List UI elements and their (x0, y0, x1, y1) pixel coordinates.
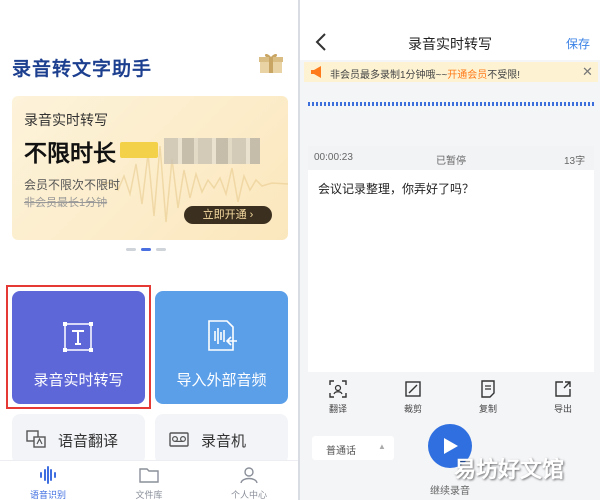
tab-label: 个人中心 (230, 490, 267, 500)
membership-notice-bar: 非会员最多录制1分钟哦~~开通会员不受限! ✕ (304, 62, 598, 82)
user-icon (240, 467, 258, 484)
app-title: 录音转文字助手 (12, 59, 153, 80)
realtime-transcribe-tile[interactable]: 录音实时转写 (12, 291, 145, 404)
notice-text: 非会员最多录制1分钟哦~~开通会员不受限! (330, 66, 520, 81)
translate-icon (26, 430, 46, 448)
open-membership-link[interactable]: 开通会员 (447, 70, 487, 81)
language-value: 普通话 (326, 446, 356, 457)
save-button[interactable]: 保存 (566, 35, 590, 52)
tool-label: 导出 (553, 404, 572, 414)
copy-icon (481, 380, 495, 398)
bottom-tab-bar: 语音识别 文件库 个人中心 (0, 460, 298, 500)
continue-recording-label: 继续录音 (430, 486, 470, 497)
page-title: 录音实时转写 (408, 36, 492, 52)
banner-description: 会员不限次不限时 (24, 178, 121, 192)
audio-file-icon (208, 320, 237, 351)
transcript-card: 00:00:23 已暂停 13字 会议记录整理，你弄好了吗？ (308, 146, 594, 372)
top-header: 录音实时转写 保存 (300, 0, 600, 60)
notice-prefix: 非会员最多录制1分钟哦~~ (330, 70, 448, 81)
close-icon[interactable]: ✕ (582, 64, 593, 80)
carousel-dot[interactable] (156, 248, 166, 251)
translate-tool-icon (329, 380, 347, 398)
waveform-icon (40, 466, 56, 484)
recorder-label: 录音机 (201, 433, 247, 450)
right-phone-screen: 录音实时转写 保存 非会员最多录制1分钟哦~~开通会员不受限! ✕ 00:00:… (300, 0, 600, 500)
carousel-dot[interactable] (126, 248, 136, 251)
gift-icon[interactable] (258, 52, 284, 74)
realtime-transcribe-label: 录音实时转写 (33, 372, 124, 389)
recorder-tile[interactable]: 录音机 (155, 414, 288, 464)
banner-subtitle: 录音实时转写 (24, 112, 108, 128)
export-icon (555, 381, 571, 397)
crop-icon (405, 381, 421, 397)
tab-profile[interactable]: 个人中心 (209, 461, 289, 500)
notice-suffix: 不受限! (487, 70, 521, 81)
translate-tool-button[interactable]: 翻译 (308, 376, 368, 416)
play-icon (444, 438, 458, 454)
carousel-dot-active[interactable] (141, 248, 151, 251)
import-audio-label: 导入外部音频 (176, 372, 267, 389)
transcript-info-bar: 00:00:23 已暂停 13字 (308, 146, 594, 170)
banner-vip-tag (120, 142, 158, 158)
left-phone-screen: 录音转文字助手 录音实时转写 不限时长 会员不限次不限时 非会员最长1分钟 立即… (0, 0, 298, 500)
tab-label: 文件库 (135, 490, 163, 500)
import-audio-tile[interactable]: 导入外部音频 (155, 291, 288, 404)
transcript-text[interactable]: 会议记录整理，你弄好了吗？ (318, 180, 474, 197)
banner-old-limit: 非会员最长1分钟 (24, 197, 108, 209)
tab-label: 语音识别 (29, 490, 66, 500)
export-tool-button[interactable]: 导出 (533, 376, 593, 416)
recording-status: 已暂停 (436, 156, 466, 167)
membership-banner[interactable]: 录音实时转写 不限时长 会员不限次不限时 非会员最长1分钟 立即开通 › (12, 96, 288, 240)
voice-translate-tile[interactable]: 语音翻译 (12, 414, 145, 464)
tool-label: 翻译 (328, 404, 347, 414)
tool-label: 裁剪 (403, 404, 422, 414)
banner-blurred-text (164, 138, 260, 164)
continue-recording-button[interactable] (428, 424, 472, 468)
open-membership-button[interactable]: 立即开通 › (184, 206, 272, 224)
voice-translate-label: 语音翻译 (58, 433, 119, 450)
recorder-icon (169, 432, 189, 447)
banner-headline: 不限时长 (24, 140, 116, 166)
language-select[interactable]: 普通话 ▲ (312, 436, 394, 460)
tool-bar: 翻译 裁剪 复制 导出 (300, 376, 600, 416)
text-t-icon (63, 322, 93, 352)
copy-tool-button[interactable]: 复制 (458, 376, 518, 416)
tab-file-library[interactable]: 文件库 (109, 461, 189, 500)
carousel-dots (126, 248, 166, 251)
recording-waveform (308, 102, 594, 106)
tool-label: 复制 (478, 404, 497, 414)
megaphone-icon (311, 66, 321, 78)
tab-voice-recognition[interactable]: 语音识别 (8, 461, 88, 500)
crop-tool-button[interactable]: 裁剪 (383, 376, 443, 416)
folder-icon (139, 468, 159, 483)
character-count: 13字 (564, 156, 586, 167)
caret-up-icon: ▲ (378, 442, 386, 451)
